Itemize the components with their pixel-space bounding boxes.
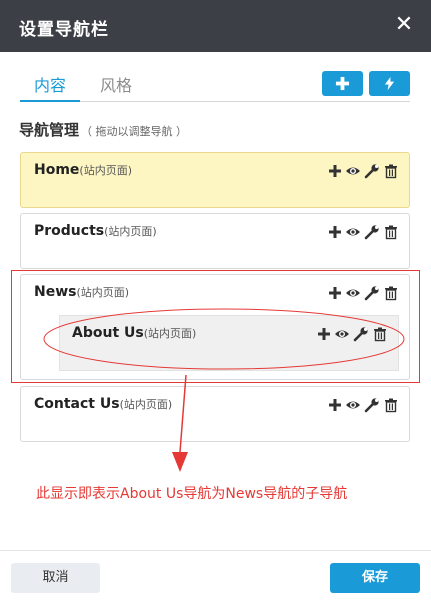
eye-icon[interactable]	[345, 285, 361, 301]
trash-icon[interactable]	[383, 397, 399, 413]
eye-icon[interactable]	[345, 224, 361, 240]
nav-item-label: About Us(站内页面)	[72, 325, 196, 341]
dialog-header: 设置导航栏 ✕	[0, 0, 431, 52]
plus-icon[interactable]	[327, 224, 343, 240]
annotation-arrow-head	[172, 452, 188, 472]
nav-item-products[interactable]: Products(站内页面)	[20, 213, 410, 269]
save-button[interactable]: 保存	[330, 563, 420, 593]
nav-item-name: Products	[34, 223, 105, 239]
nav-item-type: (站内页面)	[143, 327, 197, 340]
nav-item-name: Home	[34, 162, 80, 178]
sub-nav-item-about-us[interactable]: About Us(站内页面)	[59, 315, 399, 371]
nav-item-name: News	[34, 284, 77, 300]
wrench-icon[interactable]	[364, 397, 380, 413]
nav-item-contact-us[interactable]: Contact Us(站内页面)	[20, 386, 410, 442]
dialog-footer: 取消 保存	[0, 550, 431, 601]
plus-icon[interactable]	[327, 397, 343, 413]
section-hint: （ 拖动以调整导航 ）	[81, 125, 188, 138]
section-title-text: 导航管理	[19, 121, 80, 139]
item-actions	[327, 163, 397, 181]
nav-item-type: (站内页面)	[104, 225, 157, 238]
nav-item-name: Contact Us	[34, 396, 120, 412]
nav-item-type: (站内页面)	[76, 286, 130, 299]
nav-item-news[interactable]: News(站内页面) About Us(站内页面)	[20, 274, 410, 380]
lightning-icon	[384, 76, 395, 91]
close-icon[interactable]: ✕	[391, 12, 417, 38]
nav-item-type: (站内页面)	[119, 398, 173, 411]
tab-content[interactable]: 内容	[20, 74, 81, 102]
tab-style[interactable]: 风格	[86, 74, 146, 98]
nav-item-name: About Us	[72, 325, 144, 341]
eye-icon[interactable]	[334, 326, 350, 342]
cancel-button[interactable]: 取消	[11, 563, 100, 593]
eye-icon[interactable]	[345, 397, 361, 413]
nav-item-label: Home(站内页面)	[34, 162, 132, 178]
add-nav-button[interactable]	[322, 71, 363, 96]
plus-icon	[335, 76, 350, 91]
wrench-icon[interactable]	[364, 163, 380, 179]
item-actions	[316, 326, 386, 344]
plus-icon[interactable]	[316, 326, 332, 342]
trash-icon[interactable]	[383, 285, 399, 301]
wrench-icon[interactable]	[364, 285, 380, 301]
section-title: 导航管理（ 拖动以调整导航 ）	[19, 119, 187, 140]
eye-icon[interactable]	[345, 163, 361, 179]
item-actions	[327, 224, 397, 242]
plus-icon[interactable]	[327, 285, 343, 301]
nav-item-home[interactable]: Home(站内页面)	[20, 152, 410, 208]
nav-item-type: (站内页面)	[79, 164, 133, 177]
trash-icon[interactable]	[383, 224, 399, 240]
wrench-icon[interactable]	[364, 224, 380, 240]
wrench-icon[interactable]	[353, 326, 369, 342]
quick-action-button[interactable]	[369, 71, 410, 96]
plus-icon[interactable]	[327, 163, 343, 179]
nav-item-label: Products(站内页面)	[34, 223, 157, 239]
annotation-text: 此显示即表示About Us导航为News导航的子导航	[36, 486, 348, 502]
item-actions	[327, 285, 397, 303]
dialog-title: 设置导航栏	[19, 20, 109, 40]
trash-icon[interactable]	[383, 163, 399, 179]
nav-item-label: Contact Us(站内页面)	[34, 396, 172, 412]
trash-icon[interactable]	[372, 326, 388, 342]
item-actions	[327, 397, 397, 415]
nav-item-label: News(站内页面)	[34, 284, 129, 300]
